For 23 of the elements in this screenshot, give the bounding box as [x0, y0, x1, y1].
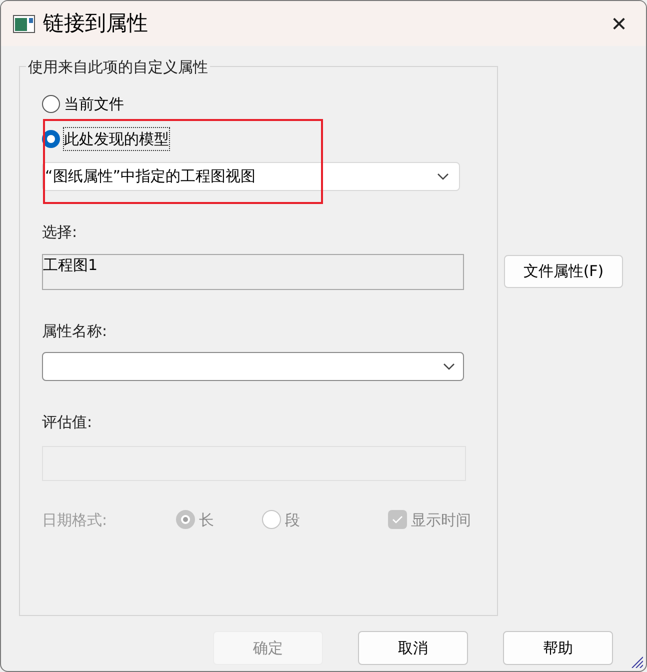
property-name-label: 属性名称:: [42, 320, 108, 342]
chevron-down-icon: [443, 362, 455, 370]
checkmark-icon: [392, 515, 403, 524]
date-format-label: 日期格式:: [42, 510, 108, 530]
radio-label: 此处发现的模型: [64, 128, 169, 150]
window-title: 链接到属性: [43, 10, 148, 37]
radio-label: 当前文件: [64, 94, 124, 115]
selection-label: 选择:: [42, 222, 78, 243]
model-dropdown[interactable]: “图纸属性”中指定的工程图视图: [42, 162, 460, 191]
selection-field: 工程图1: [42, 254, 464, 290]
radio-label: 段: [285, 510, 300, 530]
resize-grip-icon: [631, 656, 643, 668]
dialog-button[interactable]: 取消: [358, 631, 468, 665]
file-properties-button[interactable]: 文件属性(F): [504, 255, 623, 288]
radio-button[interactable]: [42, 95, 60, 114]
show-time-label: 显示时间: [411, 510, 471, 530]
property-name-dropdown[interactable]: [42, 352, 464, 381]
radio-label: 长: [199, 510, 214, 530]
dialog-button[interactable]: 帮助: [503, 631, 613, 665]
close-button[interactable]: ✕: [604, 8, 634, 38]
evaluated-value-label: 评估值:: [42, 412, 94, 433]
window-icon: [13, 14, 35, 32]
chevron-down-icon: [437, 172, 449, 180]
